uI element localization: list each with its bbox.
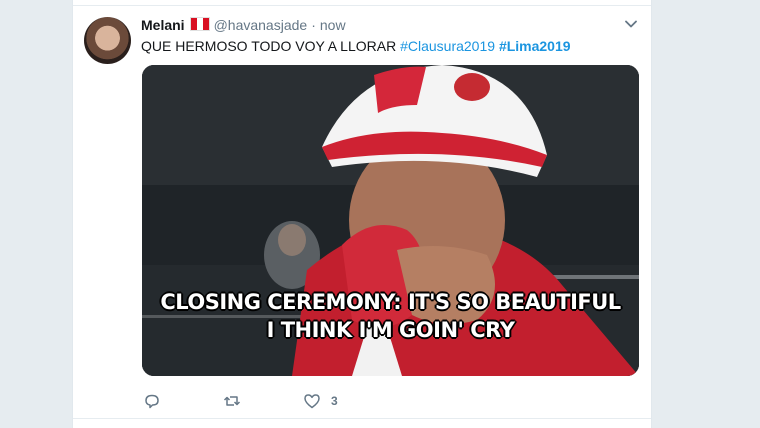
retweet-button[interactable]: [223, 391, 241, 411]
caption-line-1: CLOSING CEREMONY: IT'S SO BEAUTIFUL: [160, 290, 621, 314]
tweet-media-gif[interactable]: CLOSING CEREMONY: IT'S SO BEAUTIFUL I TH…: [142, 65, 639, 376]
hashtag-clausura2019[interactable]: #Clausura2019: [400, 38, 495, 54]
heart-icon: [304, 394, 320, 409]
divider: [73, 418, 651, 419]
reply-icon: [145, 394, 159, 409]
avatar[interactable]: [84, 17, 131, 64]
peru-flag-icon: [189, 17, 210, 31]
separator: ·: [311, 17, 316, 33]
timestamp[interactable]: now: [320, 17, 346, 33]
like-button[interactable]: 3: [303, 391, 338, 411]
reply-button[interactable]: [143, 391, 161, 411]
tweet-card[interactable]: Melani @havanasjade · now QUE HERMOSO TODO …: [72, 0, 652, 428]
tweet-body: QUE HERMOSO TODO VOY A LLORAR: [141, 38, 401, 54]
chevron-down-icon[interactable]: [625, 18, 637, 30]
retweet-icon: [223, 396, 241, 406]
caption-line-2: I THINK I'M GOIN' CRY: [266, 318, 515, 342]
hashtag-lima2019[interactable]: #Lima2019: [499, 38, 571, 54]
divider: [73, 5, 651, 6]
meme-caption: CLOSING CEREMONY: IT'S SO BEAUTIFUL I TH…: [142, 288, 639, 344]
tweet-header: Melani @havanasjade · now: [141, 17, 346, 33]
tweet-actions: 3: [143, 391, 443, 411]
tweet-text: QUE HERMOSO TODO VOY A LLORAR #Clausura2…: [141, 38, 571, 54]
like-count: 3: [331, 394, 338, 408]
user-name[interactable]: Melani: [141, 17, 185, 33]
user-handle[interactable]: @havanasjade: [214, 17, 308, 33]
